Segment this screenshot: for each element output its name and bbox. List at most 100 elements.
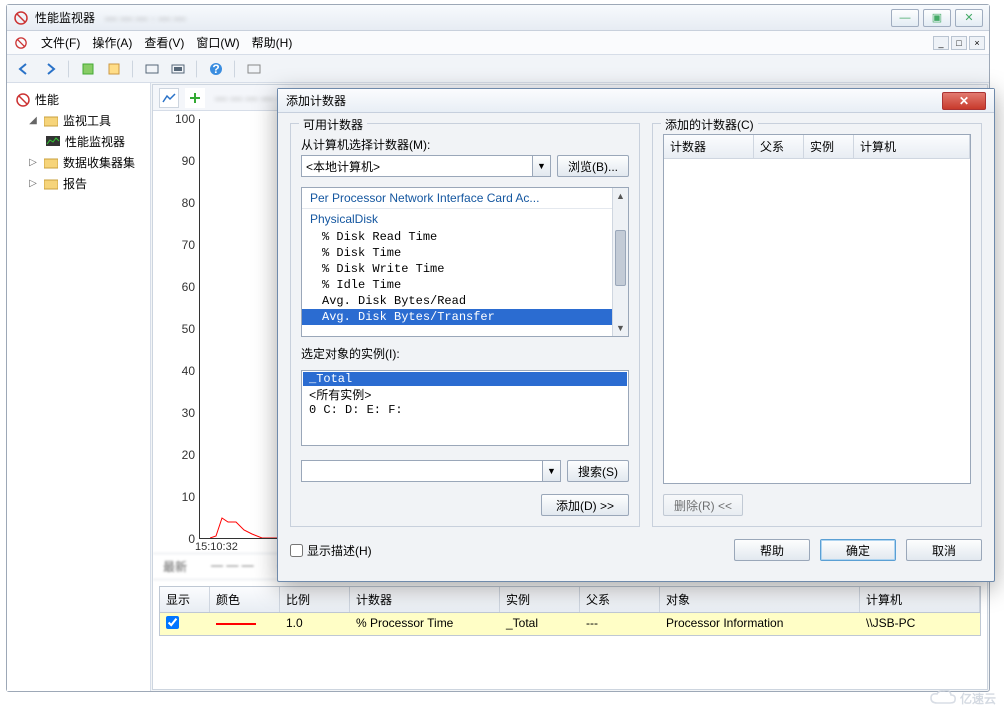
toolbar-icon-2[interactable]	[103, 58, 125, 80]
y-tick-label: 50	[182, 322, 195, 336]
maximize-button[interactable]: ▣	[923, 9, 951, 27]
y-tick-label: 100	[175, 112, 195, 126]
added-counters-table[interactable]: 计数器 父系 实例 计算机	[663, 134, 971, 484]
legend-show-checkbox[interactable]	[166, 616, 179, 629]
computer-combo[interactable]: ▼	[301, 155, 551, 177]
menu-help[interactable]: 帮助(H)	[252, 34, 293, 51]
group-label: 添加的计数器(C)	[661, 116, 758, 133]
col-scale[interactable]: 比例	[280, 587, 350, 612]
tree-label: 性能	[35, 91, 59, 108]
back-button[interactable]	[13, 58, 35, 80]
counter-item[interactable]: Avg. Disk Bytes/Transfer	[302, 309, 628, 325]
watermark-text: 亿速云	[960, 690, 996, 707]
category-expanded[interactable]: PhysicalDisk ⌃	[302, 209, 628, 229]
toolbar-icon-4[interactable]	[167, 58, 189, 80]
y-tick-label: 30	[182, 406, 195, 420]
counter-item[interactable]: % Disk Time	[302, 245, 628, 261]
mdi-minimize-button[interactable]: _	[933, 36, 949, 50]
navigation-tree[interactable]: 性能 ◢ 监视工具 性能监视器 ▷ 数据收集器集 ▷ 报告	[7, 83, 151, 691]
col-parent[interactable]: 父系	[580, 587, 660, 612]
titlebar[interactable]: 性能监视器 — — — · — — — ▣ ✕	[7, 5, 989, 31]
cancel-button[interactable]: 取消	[906, 539, 982, 561]
svg-text:?: ?	[212, 62, 219, 76]
legend-row[interactable]: 1.0 % Processor Time _Total --- Processo…	[160, 613, 980, 635]
col-color[interactable]: 颜色	[210, 587, 280, 612]
toolbar-icon-3[interactable]	[141, 58, 163, 80]
legend-header[interactable]: 显示 颜色 比例 计数器 实例 父系 对象 计算机	[160, 587, 980, 613]
instances-label: 选定对象的实例(I):	[301, 345, 629, 362]
y-tick-label: 90	[182, 154, 195, 168]
counter-categories-list[interactable]: Per Processor Network Interface Card Ac.…	[301, 187, 629, 337]
forward-button[interactable]	[39, 58, 61, 80]
menu-view[interactable]: 查看(V)	[144, 34, 184, 51]
instance-item[interactable]: 0 C: D: E: F:	[303, 403, 627, 417]
scroll-up-icon[interactable]: ▲	[613, 188, 628, 204]
scrollbar[interactable]: ▲ ▼	[612, 188, 628, 336]
counter-item[interactable]: Avg. Disk Bytes/Read	[302, 293, 628, 309]
chevron-down-icon[interactable]: ▼	[543, 460, 561, 482]
col-counter[interactable]: 计数器	[664, 135, 754, 158]
tree-root[interactable]: 性能	[11, 89, 146, 110]
y-tick-label: 70	[182, 238, 195, 252]
instance-item[interactable]: _Total	[303, 372, 627, 386]
expand-icon[interactable]: ▷	[27, 157, 39, 168]
minimize-button[interactable]: —	[891, 9, 919, 27]
chart-view-button[interactable]	[159, 88, 179, 108]
instance-item[interactable]: <所有实例>	[303, 386, 627, 403]
dialog-titlebar[interactable]: 添加计数器 ✕	[278, 89, 994, 113]
computer-input[interactable]	[301, 155, 533, 177]
legend-object: Processor Information	[660, 613, 860, 635]
search-button[interactable]: 搜索(S)	[567, 460, 629, 482]
titlebar-extra: — — — · — —	[105, 11, 186, 25]
close-button[interactable]: ✕	[955, 9, 983, 27]
search-combo[interactable]: ▼	[301, 460, 561, 482]
mdi-close-button[interactable]: ×	[969, 36, 985, 50]
tree-collectors[interactable]: ▷ 数据收集器集	[11, 152, 146, 173]
expand-icon[interactable]: ▷	[27, 178, 39, 189]
tree-tools[interactable]: ◢ 监视工具	[11, 110, 146, 131]
chevron-down-icon[interactable]: ▼	[533, 155, 551, 177]
legend-color-swatch	[216, 623, 256, 625]
col-computer[interactable]: 计算机	[854, 135, 970, 158]
help-button[interactable]: 帮助	[734, 539, 810, 561]
col-instance[interactable]: 实例	[500, 587, 580, 612]
instances-list[interactable]: _Total<所有实例>0 C: D: E: F:	[301, 370, 629, 446]
search-input[interactable]	[301, 460, 543, 482]
counter-item[interactable]: % Disk Write Time	[302, 261, 628, 277]
menu-action[interactable]: 操作(A)	[92, 34, 132, 51]
help-button[interactable]: ?	[205, 58, 227, 80]
add-button[interactable]: 添加(D) >>	[541, 494, 629, 516]
toolbar-icon-5[interactable]	[243, 58, 265, 80]
menu-window[interactable]: 窗口(W)	[196, 34, 239, 51]
col-instance[interactable]: 实例	[804, 135, 854, 158]
folder-icon	[43, 176, 59, 192]
scroll-down-icon[interactable]: ▼	[613, 320, 628, 336]
col-show[interactable]: 显示	[160, 587, 210, 612]
col-object[interactable]: 对象	[660, 587, 860, 612]
dialog-close-button[interactable]: ✕	[942, 92, 986, 110]
available-counters-group: 可用计数器 从计算机选择计数器(M): ▼ 浏览(B)... Per Proce…	[290, 123, 640, 527]
ok-button[interactable]: 确定	[820, 539, 896, 561]
col-counter[interactable]: 计数器	[350, 587, 500, 612]
tree-reports[interactable]: ▷ 报告	[11, 173, 146, 194]
show-description-check[interactable]: 显示描述(H)	[290, 542, 372, 559]
remove-button[interactable]: 删除(R) <<	[663, 494, 743, 516]
collapse-icon[interactable]: ◢	[27, 115, 39, 126]
menu-file[interactable]: 文件(F)	[41, 34, 80, 51]
mdi-restore-button[interactable]: □	[951, 36, 967, 50]
counter-item[interactable]: % Idle Time	[302, 277, 628, 293]
add-counter-button[interactable]	[185, 88, 205, 108]
scroll-thumb[interactable]	[615, 230, 626, 286]
counter-item[interactable]: % Disk Read Time	[302, 229, 628, 245]
col-computer[interactable]: 计算机	[860, 587, 980, 612]
legend-scale: 1.0	[280, 613, 350, 635]
watermark: 亿速云	[930, 689, 996, 707]
tree-perfmon[interactable]: 性能监视器	[11, 131, 146, 152]
folder-icon	[43, 155, 59, 171]
browse-button[interactable]: 浏览(B)...	[557, 155, 629, 177]
y-tick-label: 20	[182, 448, 195, 462]
col-parent[interactable]: 父系	[754, 135, 804, 158]
category-collapsed[interactable]: Per Processor Network Interface Card Ac.…	[302, 188, 628, 209]
show-description-checkbox[interactable]	[290, 544, 303, 557]
toolbar-icon-1[interactable]	[77, 58, 99, 80]
